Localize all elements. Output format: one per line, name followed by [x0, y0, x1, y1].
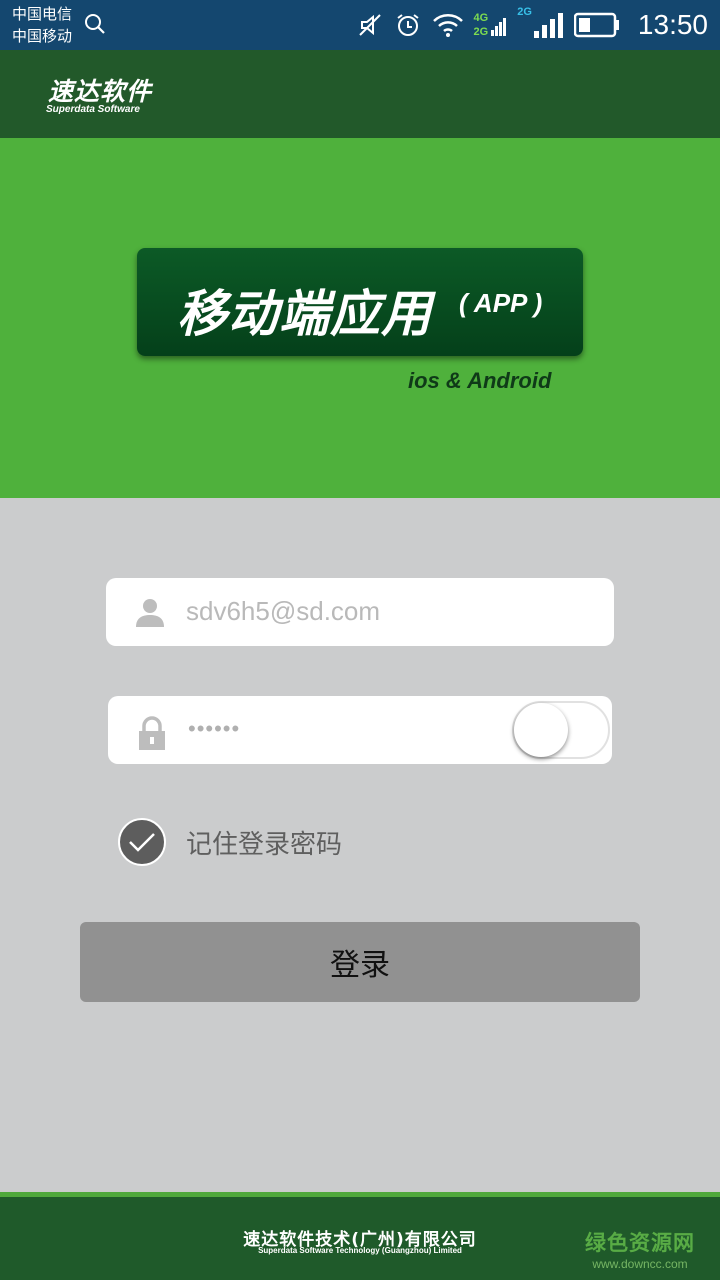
- password-value[interactable]: ••••••: [188, 716, 240, 742]
- signal-icon: [491, 18, 507, 36]
- status-bar: 中国电信 中国移动 4G 2G 2G 13:50: [0, 0, 720, 50]
- signal-icon: [533, 13, 563, 38]
- lock-icon: [139, 716, 165, 750]
- logo-subtext: Superdata Software: [46, 104, 140, 115]
- username-field[interactable]: sdv6h5@sd.com: [106, 578, 614, 646]
- user-icon: [136, 599, 164, 627]
- watermark-url: www.downcc.com: [592, 1257, 688, 1271]
- checkmark-icon: [129, 833, 155, 852]
- carrier-1: 中国电信: [12, 5, 73, 23]
- search-icon: [85, 14, 105, 34]
- alarm-icon: [396, 14, 419, 36]
- sim2-signal: 2G: [517, 6, 564, 39]
- app-badge: 移动端应用 ( APP ): [137, 248, 583, 356]
- sim1-signal: 4G 2G: [474, 11, 508, 39]
- footer: 速达软件技术(广州)有限公司 Superdata Software Techno…: [0, 1197, 720, 1280]
- mute-icon: [358, 14, 381, 36]
- app-header: 速达软件 Superdata Software: [0, 50, 720, 138]
- platforms-caption: ios & Android: [408, 368, 552, 393]
- wifi-icon: [432, 14, 463, 37]
- net-label-2g: 2G: [473, 26, 489, 38]
- carrier-names: 中国电信 中国移动: [12, 3, 72, 47]
- username-value[interactable]: sdv6h5@sd.com: [186, 596, 380, 627]
- logo-text: 速达软件: [48, 77, 153, 106]
- remember-password-row[interactable]: 记住登录密码: [118, 818, 342, 866]
- net-label-sim2: 2G: [517, 6, 532, 18]
- hero-banner: 移动端应用 ( APP ) ios & Android: [0, 138, 720, 498]
- toggle-knob[interactable]: [514, 703, 568, 757]
- net-label-4g: 4G: [473, 12, 489, 24]
- remember-label[interactable]: 记住登录密码: [186, 824, 342, 861]
- badge-title: 移动端应用: [177, 285, 432, 343]
- password-field[interactable]: ••••••: [108, 696, 612, 764]
- watermark: 绿色资源网 www.downcc.com: [585, 1227, 695, 1271]
- watermark-text: 绿色资源网: [585, 1231, 695, 1255]
- carrier-2: 中国移动: [12, 27, 73, 45]
- remember-checkbox[interactable]: [118, 818, 166, 866]
- badge-suffix: ( APP ): [459, 288, 543, 318]
- show-password-toggle[interactable]: [512, 701, 610, 759]
- login-button[interactable]: 登录: [80, 922, 640, 1002]
- battery-icon: [573, 12, 619, 38]
- status-icons: 4G 2G 2G 13:50: [356, 0, 708, 50]
- clock: 13:50: [637, 9, 708, 40]
